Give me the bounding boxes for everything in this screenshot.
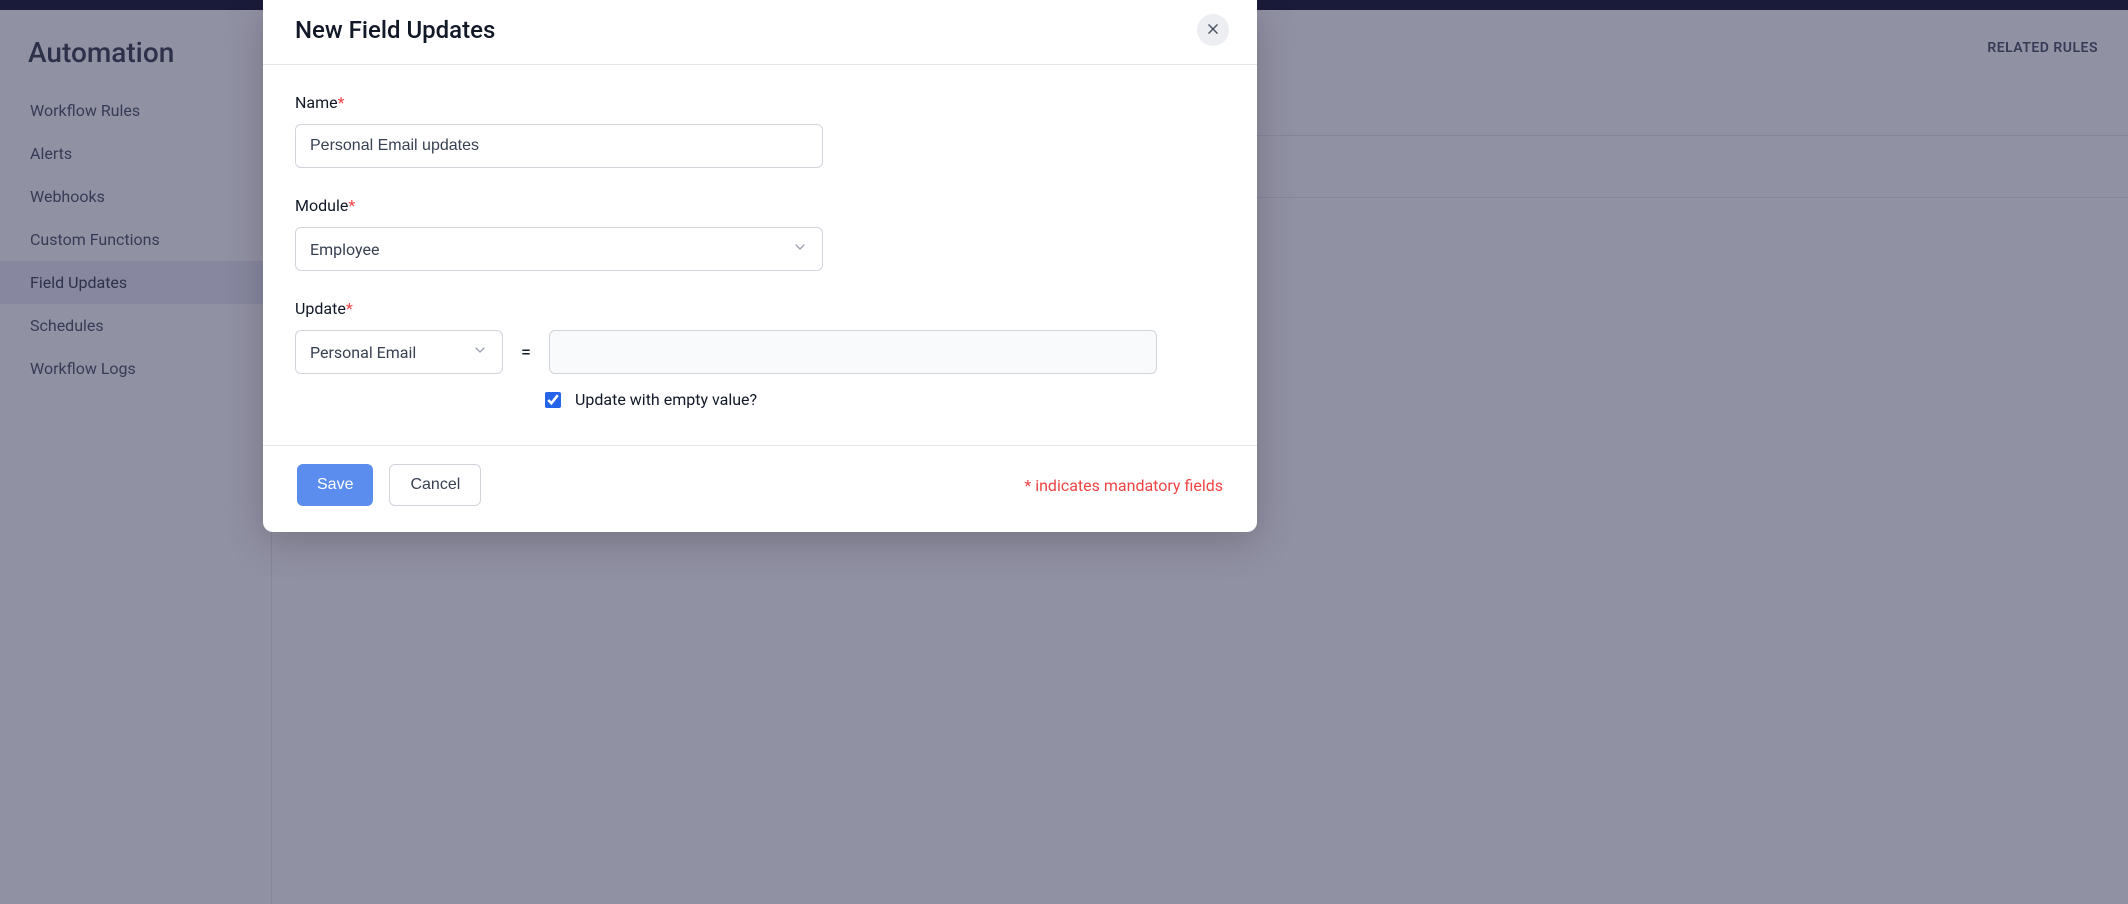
name-label-text: Name [295,93,338,112]
modal-footer: Save Cancel * indicates mandatory fields [263,445,1257,532]
save-button[interactable]: Save [297,464,373,506]
footer-buttons: Save Cancel [297,464,481,506]
required-asterisk: * [338,93,345,112]
empty-value-label: Update with empty value? [575,390,757,409]
module-select[interactable]: Employee [295,227,823,271]
name-group: Name* [295,93,1225,168]
module-label: Module* [295,196,1225,215]
new-field-updates-modal: New Field Updates Name* Module* Employee [263,0,1257,532]
chevron-down-icon [472,342,488,362]
equals-sign: = [521,342,531,363]
name-label: Name* [295,93,1225,112]
name-input[interactable] [295,124,823,168]
cancel-button[interactable]: Cancel [389,464,481,506]
modal-title: New Field Updates [295,16,495,44]
update-group: Update* Personal Email = Update with emp… [295,299,1225,409]
module-label-text: Module [295,196,348,215]
module-group: Module* Employee [295,196,1225,271]
empty-value-checkbox[interactable] [545,392,561,408]
update-value-input[interactable] [549,330,1157,374]
update-field-select[interactable]: Personal Email [295,330,503,374]
update-label: Update* [295,299,1225,318]
module-select-value: Employee [310,240,379,259]
required-asterisk: * [346,299,353,318]
required-asterisk: * [348,196,355,215]
chevron-down-icon [792,239,808,259]
empty-value-row: Update with empty value? [545,390,1225,409]
mandatory-note: * indicates mandatory fields [1024,476,1223,495]
update-label-text: Update [295,299,346,318]
update-row: Personal Email = [295,330,1225,374]
update-field-value: Personal Email [310,343,416,362]
modal-body: Name* Module* Employee Update* [263,65,1257,445]
close-button[interactable] [1197,14,1229,46]
close-icon [1206,21,1220,40]
modal-header: New Field Updates [263,0,1257,65]
